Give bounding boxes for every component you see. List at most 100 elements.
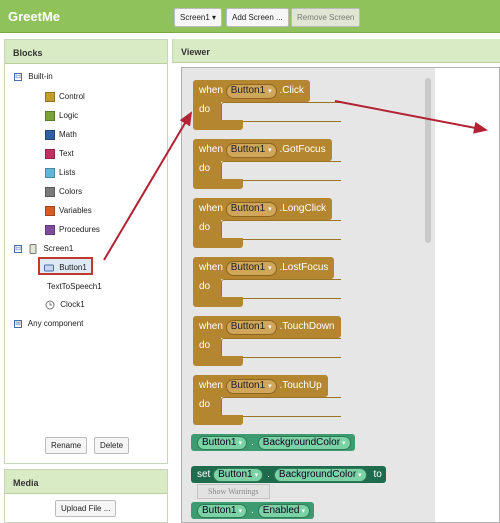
do-slot[interactable] bbox=[221, 220, 341, 240]
component-name: Button1 bbox=[218, 469, 253, 480]
workspace-canvas[interactable]: when Button1 ▾ .Click do when Button1 ▾ .G… bbox=[182, 68, 435, 522]
component-name: Button1 bbox=[230, 262, 266, 273]
procedures-swatch-icon bbox=[45, 224, 55, 235]
drawer-label: Procedures bbox=[59, 225, 100, 234]
chevron-down-icon: ▾ bbox=[268, 383, 272, 390]
event-block-header: when Button1 ▾ .LongClick bbox=[193, 198, 333, 220]
remove-screen-button[interactable]: Remove Screen bbox=[291, 8, 361, 27]
dot-separator: . bbox=[267, 469, 270, 480]
drawer-procedures[interactable]: Procedures bbox=[45, 223, 100, 237]
media-header: Media bbox=[5, 470, 167, 494]
tree-item-clock1[interactable]: Clock1 bbox=[45, 298, 85, 312]
do-label: do bbox=[193, 279, 221, 299]
drawer-label: Control bbox=[59, 92, 85, 101]
when-label: when bbox=[199, 144, 223, 155]
drawer-logic[interactable]: Logic bbox=[45, 109, 78, 123]
blocks-panel: Blocks ⊟ Built-in Control Logic Math Tex… bbox=[4, 39, 168, 464]
getter-block-backgroundcolor[interactable]: Button1 ▾. BackgroundColor ▾ bbox=[191, 434, 355, 451]
workspace-scrollbar[interactable] bbox=[425, 78, 431, 243]
do-slot[interactable] bbox=[221, 161, 341, 181]
collapse-icon[interactable]: ⊟ bbox=[14, 244, 22, 253]
component-dropdown[interactable]: Button1 ▾ bbox=[225, 261, 277, 276]
rename-button[interactable]: Rename bbox=[45, 437, 88, 454]
any-component-label: Any component bbox=[27, 319, 84, 328]
upload-file-button[interactable]: Upload File ... bbox=[55, 500, 117, 517]
event-block-gotfocus[interactable]: when Button1 ▾ .GotFocus do bbox=[193, 139, 343, 191]
delete-button[interactable]: Delete bbox=[94, 437, 130, 454]
dot-separator: . bbox=[251, 505, 254, 516]
drawer-label: Variables bbox=[59, 206, 92, 215]
event-name: .LostFocus bbox=[279, 262, 329, 273]
variables-swatch-icon bbox=[45, 205, 55, 216]
tree-item-texttospeech1[interactable]: TextToSpeech1 bbox=[47, 280, 102, 294]
component-dropdown[interactable]: Button1 ▾ bbox=[225, 202, 277, 217]
chevron-down-icon: ▾ bbox=[358, 472, 362, 479]
show-warnings-button[interactable]: Show Warnings bbox=[197, 484, 270, 499]
button-icon bbox=[44, 264, 54, 272]
getter-block-enabled[interactable]: Button1 ▾. Enabled ▾ bbox=[191, 502, 314, 519]
viewer-header: Viewer bbox=[172, 39, 500, 63]
do-slot[interactable] bbox=[221, 279, 341, 299]
builtin-label: Built-in bbox=[28, 72, 53, 81]
component-name: Button1 bbox=[230, 85, 266, 96]
drawer-variables[interactable]: Variables bbox=[45, 204, 92, 218]
component-dropdown[interactable]: Button1 ▾ bbox=[225, 143, 277, 158]
builtin-node[interactable]: ⊟ Built-in bbox=[14, 70, 53, 84]
do-slot[interactable] bbox=[221, 338, 341, 358]
event-block-lostfocus[interactable]: when Button1 ▾ .LostFocus do bbox=[193, 257, 343, 309]
drawer-control[interactable]: Control bbox=[45, 90, 85, 104]
component-dropdown[interactable]: Button1 ▾ bbox=[225, 379, 277, 394]
event-block-footer bbox=[193, 297, 243, 307]
chevron-down-icon: ▾ bbox=[342, 440, 346, 447]
chevron-down-icon: ▾ bbox=[268, 265, 272, 272]
control-swatch-icon bbox=[45, 91, 55, 102]
screen-icon bbox=[29, 243, 37, 254]
screen-select[interactable]: Screen1 ▾ bbox=[174, 8, 223, 27]
event-block-footer bbox=[193, 415, 243, 425]
component-dropdown[interactable]: Button1 ▾ bbox=[213, 468, 264, 482]
when-label: when bbox=[199, 321, 223, 332]
drawer-text[interactable]: Text bbox=[45, 147, 74, 161]
expand-icon[interactable]: ⊞ bbox=[14, 319, 22, 328]
any-component-node[interactable]: ⊞ Any component bbox=[14, 317, 83, 331]
setter-block-backgroundcolor[interactable]: set Button1 ▾. BackgroundColor ▾ to bbox=[191, 466, 386, 483]
property-dropdown[interactable]: BackgroundColor ▾ bbox=[257, 436, 351, 450]
event-block-header: when Button1 ▾ .TouchUp bbox=[193, 375, 328, 397]
property-dropdown[interactable]: BackgroundColor ▾ bbox=[273, 468, 367, 482]
text-swatch-icon bbox=[45, 148, 55, 159]
when-label: when bbox=[199, 380, 223, 391]
event-block-touchup[interactable]: when Button1 ▾ .TouchUp do bbox=[193, 375, 343, 427]
add-screen-button[interactable]: Add Screen ... bbox=[226, 8, 289, 27]
component-dropdown[interactable]: Button1 ▾ bbox=[225, 84, 277, 99]
chevron-down-icon: ▾ bbox=[212, 13, 217, 22]
screen-node[interactable]: ⊟ Screen1 bbox=[14, 242, 73, 256]
app-title: GreetMe bbox=[8, 9, 61, 24]
component-dropdown[interactable]: Button1 ▾ bbox=[225, 320, 277, 335]
do-slot[interactable] bbox=[221, 102, 341, 122]
drawer-colors[interactable]: Colors bbox=[45, 185, 82, 199]
screen-select-label: Screen1 bbox=[180, 13, 210, 22]
event-block-header: when Button1 ▾ .TouchDown bbox=[193, 316, 341, 338]
tree-item-button1[interactable]: Button1 bbox=[38, 257, 93, 275]
event-block-touchdown[interactable]: when Button1 ▾ .TouchDown do bbox=[193, 316, 343, 368]
chevron-down-icon: ▾ bbox=[268, 206, 272, 213]
component-name: Button1 bbox=[230, 203, 266, 214]
blocks-workspace[interactable]: when Button1 ▾ .Click do when Button1 ▾ .G… bbox=[181, 67, 500, 523]
do-label: do bbox=[193, 161, 221, 181]
component-dropdown[interactable]: Button1 ▾ bbox=[197, 436, 247, 450]
event-block-longclick[interactable]: when Button1 ▾ .LongClick do bbox=[193, 198, 343, 250]
event-block-header: when Button1 ▾ .LostFocus bbox=[193, 257, 335, 279]
chevron-down-icon: ▾ bbox=[268, 324, 272, 331]
event-block-footer bbox=[193, 120, 243, 130]
do-slot[interactable] bbox=[221, 397, 341, 417]
drawer-label: Lists bbox=[59, 168, 76, 177]
screen-label: Screen1 bbox=[43, 244, 74, 253]
drawer-math[interactable]: Math bbox=[45, 128, 77, 142]
event-block-click[interactable]: when Button1 ▾ .Click do bbox=[193, 80, 343, 132]
component-dropdown[interactable]: Button1 ▾ bbox=[197, 504, 247, 518]
property-dropdown[interactable]: Enabled ▾ bbox=[257, 504, 310, 518]
collapse-icon[interactable]: ⊟ bbox=[14, 72, 22, 81]
drawer-lists[interactable]: Lists bbox=[45, 166, 75, 180]
when-label: when bbox=[199, 203, 223, 214]
drawer-label: Math bbox=[59, 130, 77, 139]
